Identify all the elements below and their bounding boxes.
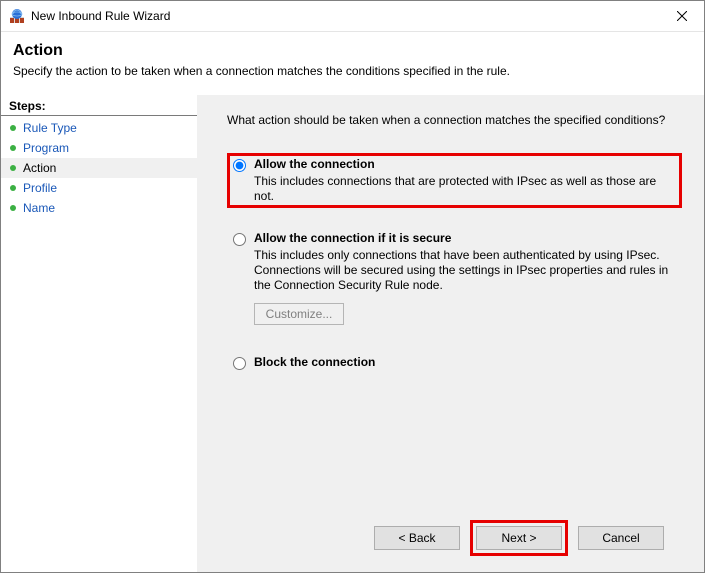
page-title: Action: [13, 42, 692, 60]
option-block: Block the connection: [227, 351, 682, 374]
bullet-icon: [9, 204, 17, 212]
content-pane: What action should be taken when a conne…: [197, 95, 704, 572]
window-title: New Inbound Rule Wizard: [31, 9, 659, 23]
radio-allow[interactable]: [233, 159, 246, 172]
titlebar: New Inbound Rule Wizard: [1, 1, 704, 32]
wizard-window: New Inbound Rule Wizard Action Specify t…: [0, 0, 705, 573]
wizard-body: Steps: Rule Type Program Action Profile Name…: [1, 94, 704, 572]
cancel-button[interactable]: Cancel: [578, 526, 664, 550]
option-title: Allow the connection if it is secure: [254, 231, 451, 245]
option-row[interactable]: Allow the connection: [233, 157, 676, 172]
step-label: Name: [23, 201, 55, 215]
option-title: Block the connection: [254, 355, 375, 369]
page-header: Action Specify the action to be taken wh…: [1, 32, 704, 94]
bullet-icon: [9, 144, 17, 152]
radio-allow-secure[interactable]: [233, 233, 246, 246]
step-item: Action: [1, 158, 197, 178]
page-subtitle: Specify the action to be taken when a co…: [13, 64, 692, 78]
option-title: Allow the connection: [254, 157, 375, 171]
step-item[interactable]: Rule Type: [1, 118, 197, 138]
step-item[interactable]: Name: [1, 198, 197, 218]
step-label: Action: [23, 161, 56, 175]
customize-button: Customize...: [254, 303, 344, 325]
next-button[interactable]: Next >: [476, 526, 562, 550]
wizard-footer: < Back Next > Cancel: [227, 514, 682, 562]
step-label: Rule Type: [23, 121, 77, 135]
close-icon: [677, 11, 687, 21]
close-button[interactable]: [659, 1, 704, 31]
step-item[interactable]: Program: [1, 138, 197, 158]
firewall-icon: [9, 8, 25, 24]
content-question: What action should be taken when a conne…: [227, 113, 682, 127]
step-label: Program: [23, 141, 69, 155]
bullet-icon: [9, 164, 17, 172]
bullet-icon: [9, 124, 17, 132]
step-label: Profile: [23, 181, 57, 195]
option-desc: This includes only connections that have…: [254, 248, 676, 293]
option-allow-secure: Allow the connection if it is secure This…: [227, 227, 682, 329]
bullet-icon: [9, 184, 17, 192]
option-row[interactable]: Allow the connection if it is secure: [233, 231, 676, 246]
option-row[interactable]: Block the connection: [233, 355, 676, 370]
steps-heading: Steps:: [1, 97, 197, 116]
step-item[interactable]: Profile: [1, 178, 197, 198]
option-desc: This includes connections that are prote…: [254, 174, 676, 204]
radio-block[interactable]: [233, 357, 246, 370]
back-button[interactable]: < Back: [374, 526, 460, 550]
option-allow: Allow the connection This includes connec…: [227, 153, 682, 208]
steps-pane: Steps: Rule Type Program Action Profile Name: [1, 95, 197, 572]
